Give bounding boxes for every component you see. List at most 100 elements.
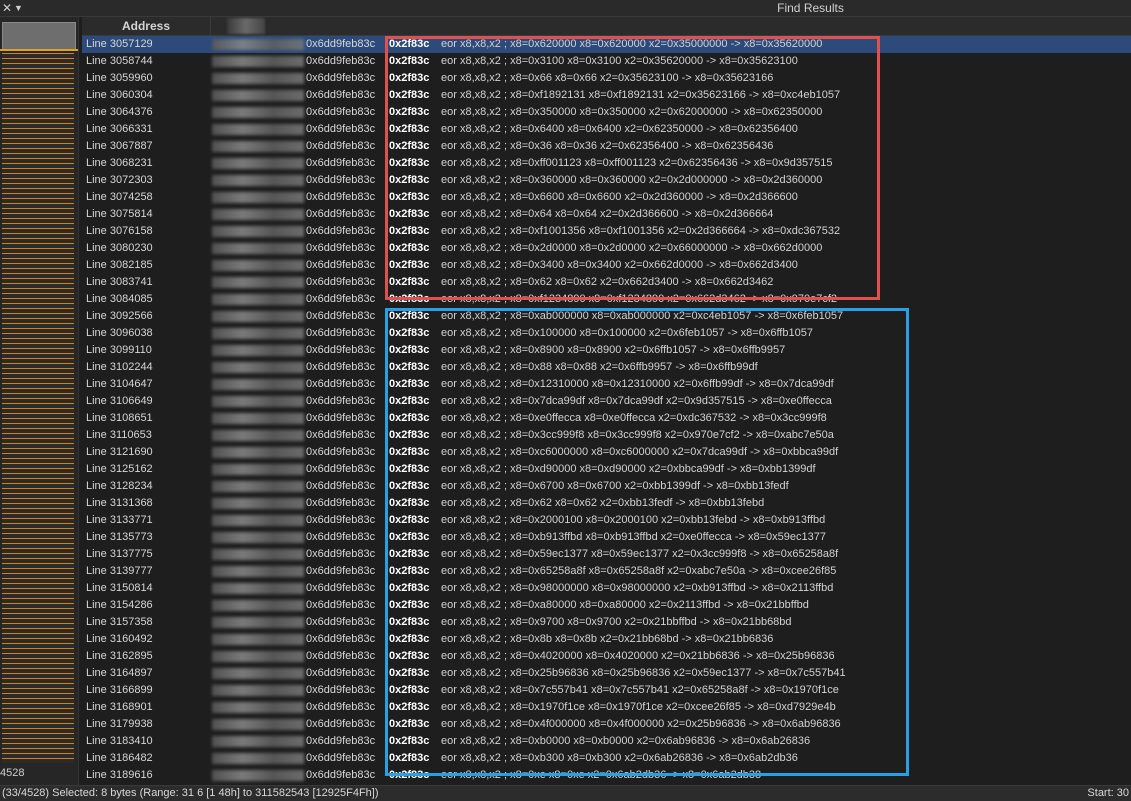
- row-offset: 0x2f83c: [389, 344, 430, 356]
- result-row[interactable]: Line 3183410 0x6dd9feb83c 0x2f83c eor x8,x8…: [82, 733, 1131, 750]
- row-instruction: eor x8,x8,x2 ; x8=0x4f000000 x8=0x4f0000…: [441, 718, 841, 730]
- result-row[interactable]: Line 3084085 0x6dd9feb83c 0x2f83c eor x8,x8…: [82, 291, 1131, 308]
- result-row[interactable]: Line 3102244 0x6dd9feb83c 0x2f83c eor x8,x8…: [82, 359, 1131, 376]
- result-row[interactable]: Line 3157358 0x6dd9feb83c 0x2f83c eor x8,x8…: [82, 614, 1131, 631]
- redacted-address: [212, 532, 304, 543]
- redacted-address: [212, 209, 304, 220]
- row-address: 0x6dd9feb83c: [306, 701, 376, 713]
- row-address: 0x6dd9feb83c: [306, 361, 376, 373]
- row-line-number: Line 3150814: [86, 582, 153, 594]
- redacted-address: [212, 413, 304, 424]
- result-row[interactable]: Line 3108651 0x6dd9feb83c 0x2f83c eor x8,x8…: [82, 410, 1131, 427]
- result-row[interactable]: Line 3154286 0x6dd9feb83c 0x2f83c eor x8,x8…: [82, 597, 1131, 614]
- result-row[interactable]: Line 3104647 0x6dd9feb83c 0x2f83c eor x8,x8…: [82, 376, 1131, 393]
- row-line-number: Line 3131368: [86, 497, 153, 509]
- result-row[interactable]: Line 3057129 0x6dd9feb83c 0x2f83c eor x8,x8…: [82, 36, 1131, 53]
- row-line-number: Line 3179938: [86, 718, 153, 730]
- result-row[interactable]: Line 3110653 0x6dd9feb83c 0x2f83c eor x8,x8…: [82, 427, 1131, 444]
- overview-minimap[interactable]: 4528: [0, 17, 79, 785]
- row-address: 0x6dd9feb83c: [306, 497, 376, 509]
- row-line-number: Line 3154286: [86, 599, 153, 611]
- result-row[interactable]: Line 3160492 0x6dd9feb83c 0x2f83c eor x8,x8…: [82, 631, 1131, 648]
- result-row[interactable]: Line 3092566 0x6dd9feb83c 0x2f83c eor x8,x8…: [82, 308, 1131, 325]
- redacted-address: [212, 379, 304, 390]
- row-line-number: Line 3059960: [86, 72, 153, 84]
- row-line-number: Line 3068231: [86, 157, 153, 169]
- result-row[interactable]: Line 3082185 0x6dd9feb83c 0x2f83c eor x8,x8…: [82, 257, 1131, 274]
- row-line-number: Line 3067887: [86, 140, 153, 152]
- result-row[interactable]: Line 3072303 0x6dd9feb83c 0x2f83c eor x8,x8…: [82, 172, 1131, 189]
- redacted-address: [212, 702, 304, 713]
- row-address: 0x6dd9feb83c: [306, 378, 376, 390]
- result-row[interactable]: Line 3068231 0x6dd9feb83c 0x2f83c eor x8,x8…: [82, 155, 1131, 172]
- redacted-address: [212, 73, 304, 84]
- result-row[interactable]: Line 3139777 0x6dd9feb83c 0x2f83c eor x8,x8…: [82, 563, 1131, 580]
- row-address: 0x6dd9feb83c: [306, 242, 376, 254]
- address-column-header[interactable]: Address: [82, 17, 211, 35]
- redacted-address: [212, 260, 304, 271]
- row-address: 0x6dd9feb83c: [306, 344, 376, 356]
- row-line-number: Line 3092566: [86, 310, 153, 322]
- row-instruction: eor x8,x8,x2 ; x8=0x3cc999f8 x8=0x3cc999…: [441, 429, 834, 441]
- redacted-address: [212, 464, 304, 475]
- result-row[interactable]: Line 3164897 0x6dd9feb83c 0x2f83c eor x8,x8…: [82, 665, 1131, 682]
- minimap-viewport-thumb[interactable]: [2, 22, 76, 50]
- result-row[interactable]: Line 3166899 0x6dd9feb83c 0x2f83c eor x8,x8…: [82, 682, 1131, 699]
- row-offset: 0x2f83c: [389, 531, 430, 543]
- result-row[interactable]: Line 3189616 0x6dd9feb83c 0x2f83c eor x8,x8…: [82, 767, 1131, 784]
- row-line-number: Line 3058744: [86, 55, 153, 67]
- row-address: 0x6dd9feb83c: [306, 106, 376, 118]
- result-row[interactable]: Line 3106649 0x6dd9feb83c 0x2f83c eor x8,x8…: [82, 393, 1131, 410]
- row-line-number: Line 3080230: [86, 242, 153, 254]
- row-line-number: Line 3164897: [86, 667, 153, 679]
- redacted-address: [212, 549, 304, 560]
- result-row[interactable]: Line 3076158 0x6dd9feb83c 0x2f83c eor x8,x8…: [82, 223, 1131, 240]
- result-row[interactable]: Line 3137775 0x6dd9feb83c 0x2f83c eor x8,x8…: [82, 546, 1131, 563]
- result-row[interactable]: Line 3133771 0x6dd9feb83c 0x2f83c eor x8,x8…: [82, 512, 1131, 529]
- row-instruction: eor x8,x8,x2 ; x8=0x3100 x8=0x3100 x2=0x…: [441, 55, 798, 67]
- row-offset: 0x2f83c: [389, 123, 430, 135]
- result-row[interactable]: Line 3128234 0x6dd9feb83c 0x2f83c eor x8,x8…: [82, 478, 1131, 495]
- row-instruction: eor x8,x8,x2 ; x8=0x6600 x8=0x6600 x2=0x…: [441, 191, 798, 203]
- result-row[interactable]: Line 3150814 0x6dd9feb83c 0x2f83c eor x8,x8…: [82, 580, 1131, 597]
- result-row[interactable]: Line 3064376 0x6dd9feb83c 0x2f83c eor x8,x8…: [82, 104, 1131, 121]
- row-address: 0x6dd9feb83c: [306, 650, 376, 662]
- row-offset: 0x2f83c: [389, 259, 430, 271]
- redacted-address: [212, 158, 304, 169]
- row-instruction: eor x8,x8,x2 ; x8=0x6400 x8=0x6400 x2=0x…: [441, 123, 798, 135]
- result-row[interactable]: Line 3135773 0x6dd9feb83c 0x2f83c eor x8,x8…: [82, 529, 1131, 546]
- redacted-address: [212, 651, 304, 662]
- result-row[interactable]: Line 3074258 0x6dd9feb83c 0x2f83c eor x8,x8…: [82, 189, 1131, 206]
- row-address: 0x6dd9feb83c: [306, 191, 376, 203]
- result-row[interactable]: Line 3059960 0x6dd9feb83c 0x2f83c eor x8,x8…: [82, 70, 1131, 87]
- result-row[interactable]: Line 3186482 0x6dd9feb83c 0x2f83c eor x8,x8…: [82, 750, 1131, 767]
- result-row[interactable]: Line 3067887 0x6dd9feb83c 0x2f83c eor x8,x8…: [82, 138, 1131, 155]
- result-row[interactable]: Line 3083741 0x6dd9feb83c 0x2f83c eor x8,x8…: [82, 274, 1131, 291]
- start-status: Start: 30: [1087, 787, 1129, 799]
- find-results-list[interactable]: Line 3057129 0x6dd9feb83c 0x2f83c eor x8,x8…: [82, 36, 1131, 784]
- row-address: 0x6dd9feb83c: [306, 667, 376, 679]
- result-row[interactable]: Line 3131368 0x6dd9feb83c 0x2f83c eor x8,x8…: [82, 495, 1131, 512]
- result-row[interactable]: Line 3168901 0x6dd9feb83c 0x2f83c eor x8,x8…: [82, 699, 1131, 716]
- result-row[interactable]: Line 3099110 0x6dd9feb83c 0x2f83c eor x8,x8…: [82, 342, 1131, 359]
- row-line-number: Line 3104647: [86, 378, 153, 390]
- row-address: 0x6dd9feb83c: [306, 429, 376, 441]
- result-row[interactable]: Line 3121690 0x6dd9feb83c 0x2f83c eor x8,x8…: [82, 444, 1131, 461]
- row-instruction: eor x8,x8,x2 ; x8=0x65258a8f x8=0x65258a…: [441, 565, 837, 577]
- row-line-number: Line 3066331: [86, 123, 153, 135]
- result-row[interactable]: Line 3075814 0x6dd9feb83c 0x2f83c eor x8,x8…: [82, 206, 1131, 223]
- result-row[interactable]: Line 3060304 0x6dd9feb83c 0x2f83c eor x8,x8…: [82, 87, 1131, 104]
- result-row[interactable]: Line 3162895 0x6dd9feb83c 0x2f83c eor x8,x8…: [82, 648, 1131, 665]
- results-header: Address: [82, 17, 1131, 36]
- row-instruction: eor x8,x8,x2 ; x8=0xf1234890 x8=0xf12348…: [441, 293, 837, 305]
- row-address: 0x6dd9feb83c: [306, 582, 376, 594]
- result-row[interactable]: Line 3125162 0x6dd9feb83c 0x2f83c eor x8,x8…: [82, 461, 1131, 478]
- result-row[interactable]: Line 3096038 0x6dd9feb83c 0x2f83c eor x8,x8…: [82, 325, 1131, 342]
- row-offset: 0x2f83c: [389, 225, 430, 237]
- result-row[interactable]: Line 3058744 0x6dd9feb83c 0x2f83c eor x8,x8…: [82, 53, 1131, 70]
- result-row[interactable]: Line 3179938 0x6dd9feb83c 0x2f83c eor x8,x8…: [82, 716, 1131, 733]
- redacted-header: [227, 18, 265, 34]
- result-row[interactable]: Line 3080230 0x6dd9feb83c 0x2f83c eor x8,x8…: [82, 240, 1131, 257]
- redacted-address: [212, 362, 304, 373]
- result-row[interactable]: Line 3066331 0x6dd9feb83c 0x2f83c eor x8,x8…: [82, 121, 1131, 138]
